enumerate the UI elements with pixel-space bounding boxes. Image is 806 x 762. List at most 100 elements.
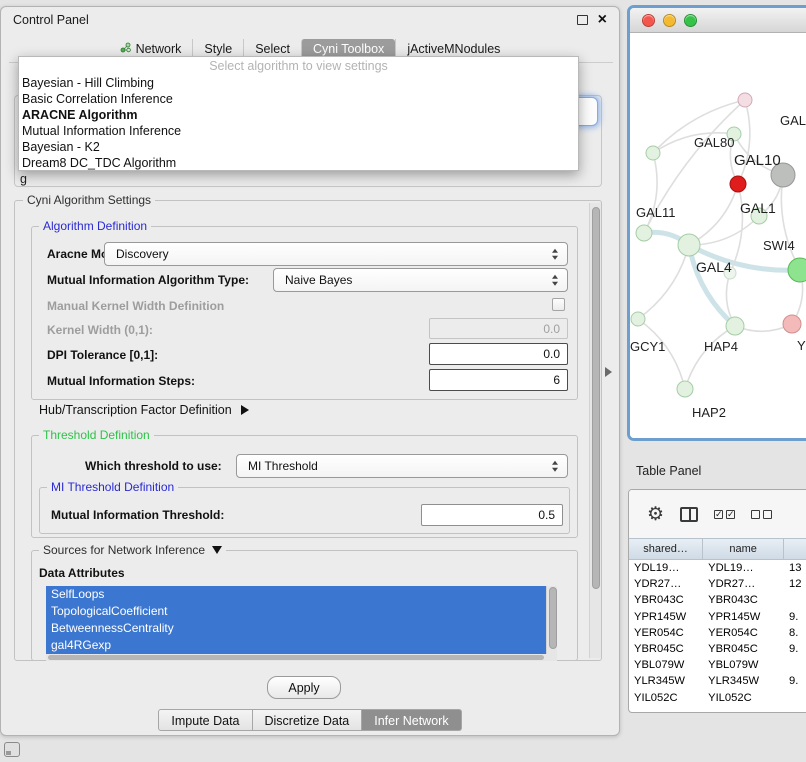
mac-minimize-button[interactable] <box>663 14 676 27</box>
network-node[interactable] <box>636 225 652 241</box>
table-cell: YBL079W <box>629 657 703 673</box>
table-cell: YDR27… <box>703 576 784 592</box>
network-node-label: GAL11 <box>636 205 676 220</box>
network-canvas[interactable]: GALGAL80GAL10GAL11GAL1SWI4GAL4GCY1HAP4YH… <box>630 33 806 440</box>
mac-zoom-button[interactable] <box>684 14 697 27</box>
network-graph <box>630 33 806 440</box>
network-titlebar[interactable] <box>630 8 806 33</box>
algorithm-definition-title: Algorithm Definition <box>39 219 151 233</box>
kernel-width-label: Kernel Width (0,1): <box>47 323 153 337</box>
list-scrollbar-thumb[interactable] <box>549 587 557 649</box>
network-node[interactable] <box>678 234 700 256</box>
control-panel-window: Control Panel × NetworkStyleSelectCyni T… <box>0 6 620 736</box>
table-row[interactable]: YLR345WYLR345W9. <box>629 673 806 689</box>
splitter-arrow[interactable] <box>605 367 612 377</box>
list-hscrollbar[interactable] <box>46 654 557 661</box>
settings-scrollbar-thumb[interactable] <box>592 207 600 589</box>
tab-label: Network <box>136 42 182 56</box>
list-scrollbar[interactable] <box>546 586 557 654</box>
table-cell <box>784 592 806 608</box>
float-window-icon[interactable] <box>577 15 588 25</box>
table-cell: YBR045C <box>703 641 784 657</box>
table-cell: YLR345W <box>629 673 703 689</box>
network-node[interactable] <box>726 317 744 335</box>
table-row[interactable]: YDL19…YDL19…13 <box>629 560 806 576</box>
table-header-cell[interactable] <box>784 539 806 559</box>
mi-type-combo[interactable]: Naive Bayes <box>273 268 568 292</box>
deselect-all-icon[interactable] <box>751 510 772 519</box>
table-toolbar: ⚙ <box>629 490 806 538</box>
table-header-cell[interactable]: name <box>703 539 784 559</box>
table-cell: YDR27… <box>629 576 703 592</box>
table-row[interactable]: YER054CYER054C8. <box>629 625 806 641</box>
settings-scrollbar[interactable] <box>589 203 601 658</box>
column-visibility-icon[interactable] <box>680 507 698 522</box>
table-cell: 12 <box>784 576 806 592</box>
network-node[interactable] <box>730 176 746 192</box>
control-panel-titlebar[interactable]: Control Panel × <box>1 7 619 33</box>
network-node[interactable] <box>788 258 806 282</box>
table-row[interactable]: YDR27…YDR27…12 <box>629 576 806 592</box>
bottom-tab-discretize-data[interactable]: Discretize Data <box>253 709 363 731</box>
table-row[interactable]: YPR145WYPR145W9. <box>629 609 806 625</box>
sources-group-title[interactable]: Sources for Network Inference <box>39 543 226 557</box>
dpi-tolerance-field[interactable]: 0.0 <box>429 343 568 365</box>
network-tab-icon <box>120 42 131 56</box>
dropdown-placeholder: Select algorithm to view settings <box>19 58 578 75</box>
network-node-label: Y <box>797 338 806 353</box>
window-title: Control Panel <box>13 13 89 27</box>
kernel-width-field[interactable]: 0.0 <box>429 318 568 339</box>
network-node[interactable] <box>631 312 645 326</box>
algorithm-menu-item[interactable]: Bayesian - Hill Climbing <box>19 75 578 91</box>
algorithm-menu-item[interactable]: Mutual Information Inference <box>19 123 578 139</box>
expand-right-icon <box>241 405 249 415</box>
aracne-mode-combo[interactable]: Discovery <box>104 242 568 266</box>
table-cell: YIL052C <box>629 690 703 706</box>
mi-steps-field[interactable]: 6 <box>429 369 568 391</box>
hub-section-toggle[interactable]: Hub/Transcription Factor Definition <box>39 403 249 417</box>
source-attribute-item[interactable]: SelfLoops <box>46 586 546 603</box>
close-icon[interactable]: × <box>598 12 607 28</box>
network-node-label: GAL <box>780 113 806 128</box>
list-hscrollbar-thumb[interactable] <box>48 655 544 660</box>
table-row[interactable]: YBL079WYBL079W <box>629 657 806 673</box>
bottom-tab-infer-network[interactable]: Infer Network <box>362 709 461 731</box>
algorithm-menu-item[interactable]: Basic Correlation Inference <box>19 91 578 107</box>
select-all-icon[interactable] <box>714 510 735 519</box>
table-cell <box>784 690 806 706</box>
network-node[interactable] <box>738 93 752 107</box>
cyni-settings-title: Cyni Algorithm Settings <box>23 193 155 207</box>
which-threshold-combo[interactable]: MI Threshold <box>236 454 568 478</box>
mi-type-label: Mutual Information Algorithm Type: <box>47 273 249 287</box>
source-attribute-item[interactable]: TopologicalCoefficient <box>46 603 546 620</box>
gear-icon[interactable]: ⚙ <box>647 505 664 524</box>
table-row[interactable]: YBR045CYBR045C9. <box>629 641 806 657</box>
mi-threshold-field[interactable]: 0.5 <box>421 504 563 526</box>
network-node[interactable] <box>783 315 801 333</box>
panel-dock-icon[interactable] <box>4 742 20 757</box>
network-node[interactable] <box>646 146 660 160</box>
source-attribute-item[interactable]: gal4RGexp <box>46 637 546 654</box>
threshold-definition-title: Threshold Definition <box>39 428 154 442</box>
table-row[interactable]: YBR043CYBR043C <box>629 592 806 608</box>
algorithm-menu-item[interactable]: ARACNE Algorithm <box>19 107 578 123</box>
obscured-text-fragment: g <box>20 172 27 186</box>
bottom-tab-bar: Impute DataDiscretize DataInfer Network <box>1 709 619 731</box>
table-header-cell[interactable]: shared… <box>629 539 703 559</box>
algorithm-menu-item[interactable]: Bayesian - K2 <box>19 139 578 155</box>
source-attribute-item[interactable]: BetweennessCentrality <box>46 620 546 637</box>
table-cell: 8. <box>784 625 806 641</box>
table-cell: 13 <box>784 560 806 576</box>
table-cell <box>784 657 806 673</box>
algorithm-menu-item[interactable]: Dream8 DC_TDC Algorithm <box>19 155 578 171</box>
apply-button[interactable]: Apply <box>267 676 341 699</box>
network-edge <box>781 175 800 270</box>
table-cell: YDL19… <box>703 560 784 576</box>
manual-kernel-checkbox[interactable] <box>552 298 565 311</box>
bottom-tab-impute-data[interactable]: Impute Data <box>158 709 252 731</box>
network-node[interactable] <box>677 381 693 397</box>
collapse-down-icon <box>212 546 222 554</box>
table-row[interactable]: YIL052CYIL052C <box>629 690 806 706</box>
mac-close-button[interactable] <box>642 14 655 27</box>
network-node-label: HAP2 <box>692 405 726 420</box>
